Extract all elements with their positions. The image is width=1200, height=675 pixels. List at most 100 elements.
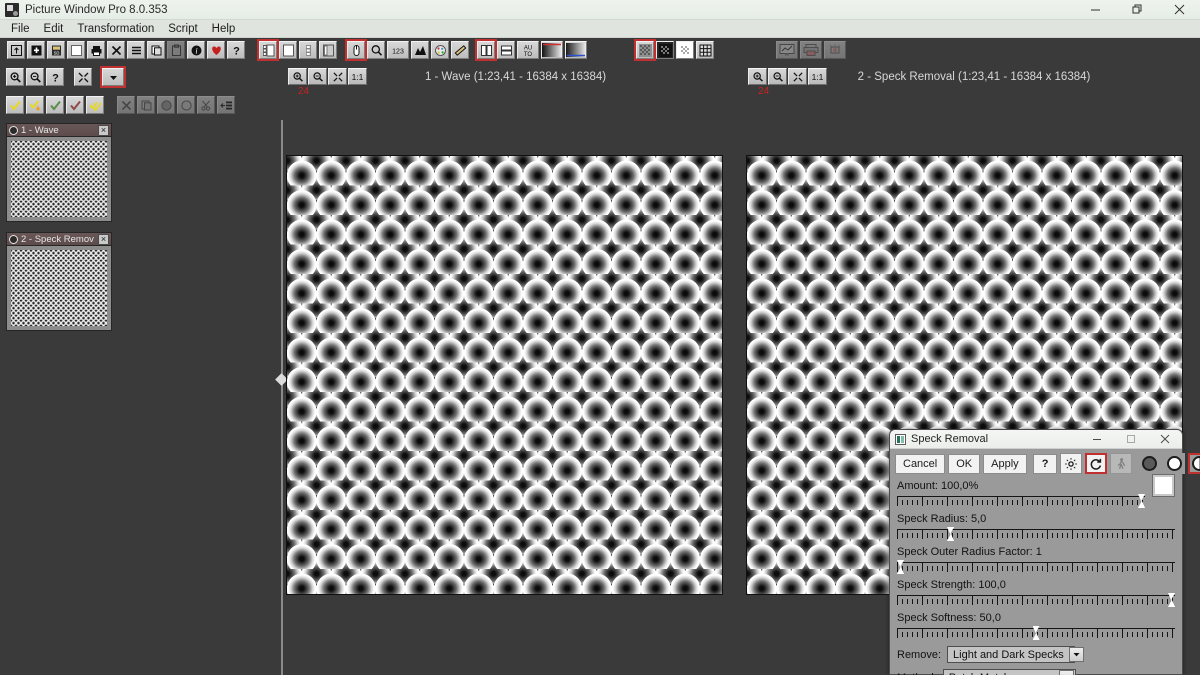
amount-slider[interactable]: Amount: 100,0% bbox=[890, 480, 1182, 510]
mask-delete-icon[interactable] bbox=[117, 96, 135, 114]
mask-circle-outline-icon[interactable] bbox=[177, 96, 195, 114]
amount-color-swatch[interactable] bbox=[1152, 474, 1175, 497]
window-minimize-button[interactable] bbox=[1074, 0, 1116, 20]
magnifier-icon[interactable] bbox=[367, 41, 385, 59]
split-vertical-icon[interactable] bbox=[477, 41, 495, 59]
memory-card-icon[interactable]: SD bbox=[47, 41, 65, 59]
layout-filmstrip-left-icon[interactable] bbox=[259, 41, 277, 59]
layout-single-icon[interactable] bbox=[279, 41, 297, 59]
check-double-yellow-icon[interactable] bbox=[86, 96, 104, 114]
mask-circle-filled-icon[interactable] bbox=[157, 96, 175, 114]
refresh-preview-icon[interactable] bbox=[1085, 453, 1107, 474]
check-yellow-icon[interactable] bbox=[6, 96, 24, 114]
palette-icon[interactable] bbox=[431, 41, 449, 59]
gradient-blue-icon[interactable] bbox=[565, 41, 587, 59]
speck-outer-radius-factor-slider[interactable]: Speck Outer Radius Factor: 1 bbox=[890, 546, 1182, 576]
sidebar-splitter[interactable] bbox=[277, 120, 286, 675]
menu-item-script[interactable]: Script bbox=[161, 21, 204, 37]
preview-dark-icon[interactable] bbox=[1138, 453, 1160, 474]
speck-softness-slider[interactable]: Speck Softness: 50,0 bbox=[890, 612, 1182, 642]
layout-list-icon[interactable] bbox=[299, 41, 317, 59]
heart-icon[interactable] bbox=[207, 41, 225, 59]
open-image-icon[interactable] bbox=[7, 41, 25, 59]
thumbnail-header-wave[interactable]: 1 - Wave × bbox=[6, 123, 112, 136]
speck-strength-slider-track[interactable] bbox=[897, 592, 1175, 609]
print-icon[interactable] bbox=[87, 41, 105, 59]
grid-icon[interactable] bbox=[696, 41, 714, 59]
split-horizontal-icon[interactable] bbox=[497, 41, 515, 59]
help-button[interactable]: ? bbox=[1033, 454, 1058, 474]
preview-light-icon[interactable] bbox=[1163, 453, 1185, 474]
chevron-down-icon[interactable] bbox=[1069, 647, 1084, 662]
menu-item-edit[interactable]: Edit bbox=[37, 21, 71, 37]
window-close-button[interactable] bbox=[1158, 0, 1200, 20]
ok-button[interactable]: OK bbox=[948, 454, 980, 474]
thumbnail-header-speck-removal[interactable]: 2 - Speck Remov × bbox=[6, 232, 112, 245]
speck-radius-slider[interactable]: Speck Radius: 5,0 bbox=[890, 513, 1182, 543]
cancel-button[interactable]: Cancel bbox=[895, 454, 945, 474]
checker-white-icon[interactable] bbox=[676, 41, 694, 59]
zoom-out-icon[interactable] bbox=[26, 68, 44, 86]
list-item[interactable]: 2 - Speck Remov × bbox=[6, 232, 112, 331]
thumbnail-radio-icon[interactable] bbox=[9, 235, 18, 244]
printer-icon[interactable] bbox=[800, 41, 822, 59]
paste-icon[interactable] bbox=[167, 41, 185, 59]
check-dark-red-icon[interactable] bbox=[66, 96, 84, 114]
thumbnail-radio-icon[interactable] bbox=[9, 126, 18, 135]
speck-strength-slider[interactable]: Speck Strength: 100,0 bbox=[890, 579, 1182, 609]
save-image-icon[interactable] bbox=[27, 41, 45, 59]
numbers-123-icon[interactable]: 123 bbox=[387, 41, 409, 59]
amount-slider-track[interactable] bbox=[897, 493, 1145, 510]
checker-black-icon[interactable] bbox=[656, 41, 674, 59]
mask-scissors-icon[interactable] bbox=[197, 96, 215, 114]
speck-outer-radius-factor-slider-track[interactable] bbox=[897, 559, 1175, 576]
histogram-icon[interactable] bbox=[411, 41, 429, 59]
monitor-curve-icon[interactable] bbox=[776, 41, 798, 59]
speck-softness-slider-track[interactable] bbox=[897, 625, 1175, 642]
window-restore-button[interactable] bbox=[1116, 0, 1158, 20]
checker-gray-icon[interactable] bbox=[636, 41, 654, 59]
gradient-red-icon[interactable] bbox=[541, 41, 563, 59]
remove-select[interactable]: Light and Dark Specks bbox=[947, 646, 1075, 663]
dialog-close-button[interactable] bbox=[1148, 430, 1182, 449]
mask-align-icon[interactable] bbox=[217, 96, 235, 114]
menu-item-transformation[interactable]: Transformation bbox=[70, 21, 161, 37]
info-icon[interactable]: i bbox=[187, 41, 205, 59]
layout-panel-icon[interactable] bbox=[319, 41, 337, 59]
check-green-icon[interactable] bbox=[46, 96, 64, 114]
auto-icon[interactable]: AUTO bbox=[517, 41, 539, 59]
apply-button[interactable]: Apply bbox=[983, 454, 1027, 474]
copy-icon[interactable] bbox=[147, 41, 165, 59]
thumbnail-close-icon[interactable]: × bbox=[98, 125, 109, 136]
close-x-icon[interactable] bbox=[107, 41, 125, 59]
run-person-icon[interactable] bbox=[1110, 453, 1132, 474]
thumbnail-body[interactable] bbox=[6, 245, 112, 331]
preview-split-icon[interactable] bbox=[1188, 453, 1200, 474]
menu-item-help[interactable]: Help bbox=[205, 21, 243, 37]
check-yellow-down-icon[interactable] bbox=[26, 96, 44, 114]
thumbnail-body[interactable] bbox=[6, 136, 112, 222]
lamp-icon[interactable] bbox=[824, 41, 846, 59]
help-question-icon[interactable]: ? bbox=[227, 41, 245, 59]
settings-gear-icon[interactable] bbox=[1060, 453, 1082, 474]
zoom-in-icon[interactable] bbox=[6, 68, 24, 86]
image-canvas-wave[interactable] bbox=[286, 155, 723, 595]
list-icon[interactable] bbox=[127, 41, 145, 59]
dialog-minimize-button[interactable] bbox=[1080, 430, 1114, 449]
method-select[interactable]: Patch Match bbox=[943, 669, 1076, 675]
list-item[interactable]: 1 - Wave × bbox=[6, 123, 112, 222]
chevron-down-icon[interactable] bbox=[1059, 670, 1074, 675]
speck-radius-slider-track[interactable] bbox=[897, 526, 1175, 543]
speck-outer-radius-factor-slider-label: Speck Outer Radius Factor: 1 bbox=[897, 546, 1175, 559]
mouse-pointer-icon[interactable] bbox=[347, 41, 365, 59]
zoom-help-icon[interactable]: ? bbox=[46, 68, 64, 86]
mask-copy-icon[interactable] bbox=[137, 96, 155, 114]
dropdown-arrow-icon[interactable] bbox=[102, 68, 124, 86]
dialog-maximize-button[interactable] bbox=[1114, 430, 1148, 449]
menu-item-file[interactable]: File bbox=[4, 21, 37, 37]
thumbnail-close-icon[interactable]: × bbox=[98, 234, 109, 245]
new-blank-icon[interactable] bbox=[67, 41, 85, 59]
ruler-icon[interactable] bbox=[451, 41, 469, 59]
dialog-title-bar[interactable]: Speck Removal bbox=[890, 430, 1182, 449]
zoom-fit-icon[interactable] bbox=[74, 68, 92, 86]
